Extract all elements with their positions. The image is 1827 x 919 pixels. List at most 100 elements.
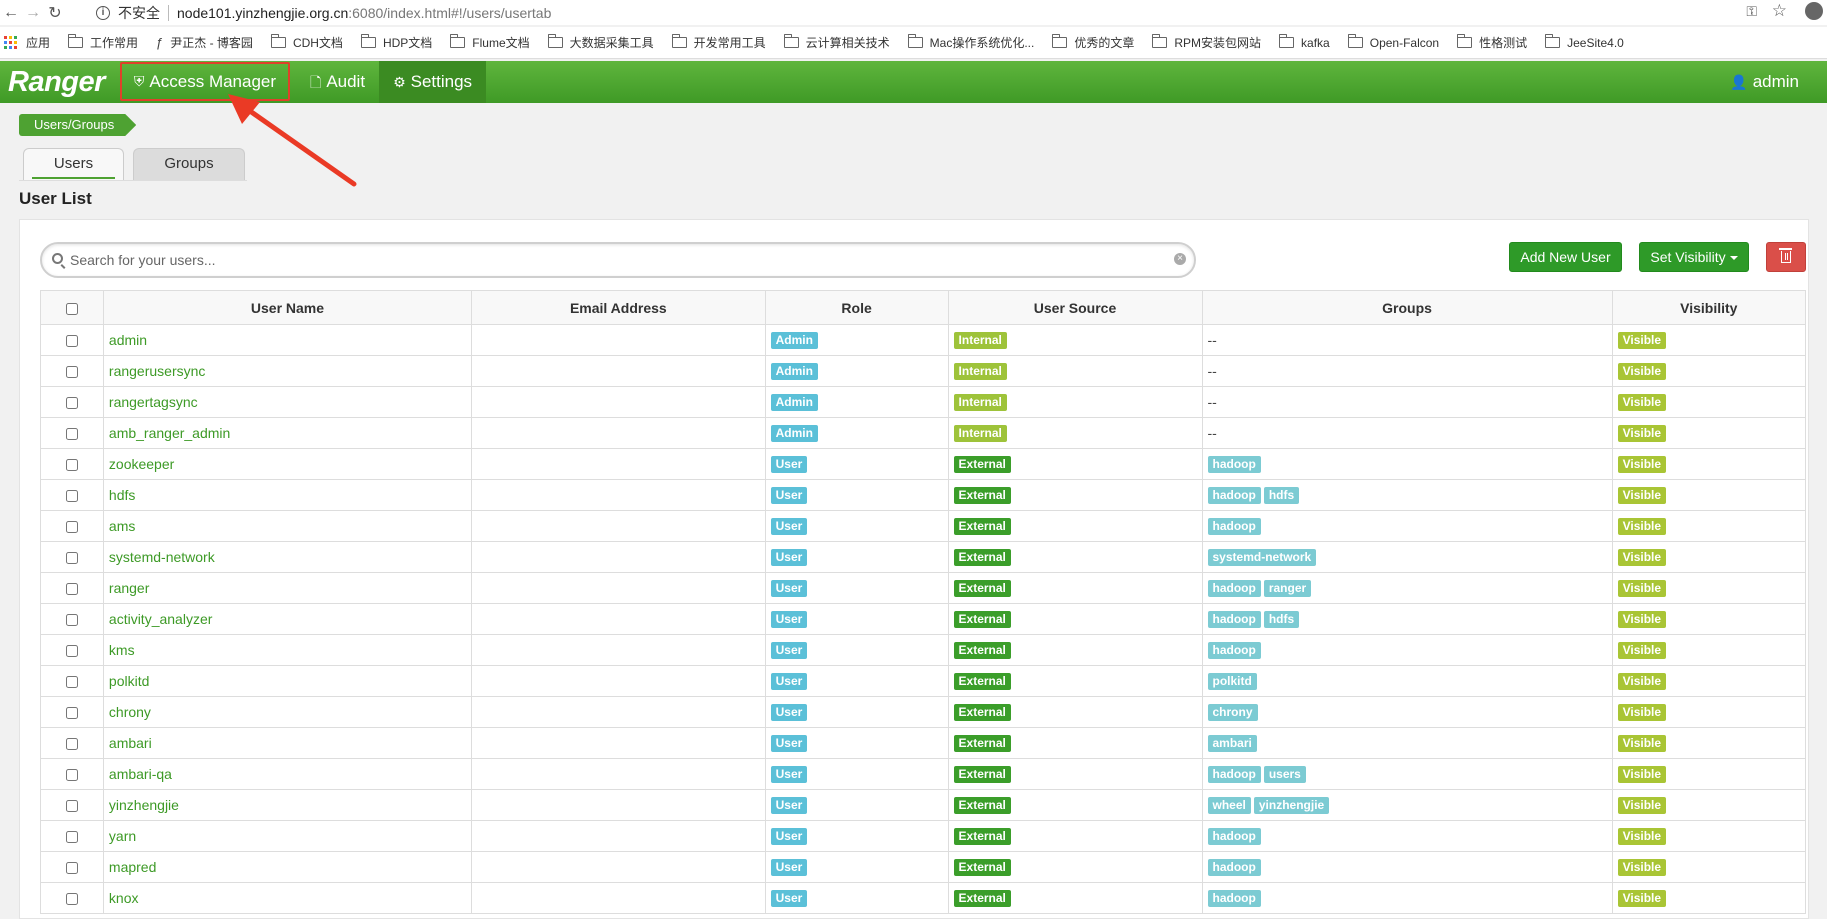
user-name-link[interactable]: chrony	[109, 704, 151, 720]
tab-groups[interactable]: Groups	[133, 148, 245, 180]
user-name-link[interactable]: knox	[109, 890, 139, 906]
user-name-link[interactable]: ambari-qa	[109, 766, 172, 782]
active-tab-indicator	[32, 177, 115, 179]
breadcrumb[interactable]: Users/Groups	[19, 114, 136, 136]
user-source-badge: External	[953, 766, 1011, 783]
nav-settings[interactable]: ⚙ Settings	[379, 61, 487, 103]
search-input[interactable]	[68, 249, 1148, 271]
user-name-link[interactable]: ambari	[109, 735, 152, 751]
table-row: ambari-qa User External hadoop users Visible	[40, 758, 1807, 790]
bookmark-item[interactable]: HDP文档	[360, 34, 432, 51]
tab-users[interactable]: Users	[23, 148, 124, 180]
visibility-cell: Visible	[1611, 355, 1807, 387]
row-checkbox[interactable]	[65, 583, 78, 596]
table-row: knox User External hadoop Visible	[40, 882, 1807, 914]
col-groups[interactable]: Groups	[1201, 290, 1613, 325]
set-visibility-button[interactable]: Set Visibility	[1639, 242, 1749, 272]
col-role[interactable]: Role	[764, 290, 949, 325]
visibility-cell: Visible	[1611, 479, 1807, 511]
user-name-link[interactable]: ams	[109, 518, 135, 534]
row-checkbox[interactable]	[65, 490, 78, 503]
groups-cell: hadoop hdfs	[1201, 479, 1613, 511]
row-checkbox[interactable]	[65, 831, 78, 844]
row-checkbox[interactable]	[65, 397, 78, 410]
bookmark-item[interactable]: Open-Falcon	[1347, 34, 1439, 50]
row-checkbox[interactable]	[65, 707, 78, 720]
row-checkbox[interactable]	[65, 769, 78, 782]
user-name-link[interactable]: zookeeper	[109, 456, 174, 472]
bookmark-item[interactable]: Flume文档	[450, 34, 530, 51]
reload-icon[interactable]: ↻	[44, 3, 66, 23]
row-checkbox[interactable]	[65, 521, 78, 534]
row-checkbox[interactable]	[65, 366, 78, 379]
user-name-link[interactable]: ranger	[109, 580, 149, 596]
user-name-link[interactable]: yarn	[109, 828, 136, 844]
url-host: node101.yinzhengjie.org.cn	[177, 4, 349, 21]
bookmark-item[interactable]: 性格测试	[1457, 34, 1527, 51]
col-user-name[interactable]: User Name	[102, 290, 473, 325]
user-name-link[interactable]: kms	[109, 642, 135, 658]
back-icon[interactable]: ←	[0, 4, 22, 22]
bookmark-item[interactable]: kafka	[1279, 34, 1330, 50]
bookmark-item[interactable]: 工作常用	[68, 34, 138, 51]
profile-icon[interactable]	[1805, 2, 1823, 20]
col-visibility[interactable]: Visibility	[1611, 290, 1807, 325]
delete-button[interactable]	[1766, 242, 1806, 272]
bookmark-item[interactable]: 云计算相关技术	[783, 34, 890, 51]
user-name-link[interactable]: rangerusersync	[109, 363, 206, 379]
ranger-logo[interactable]: Ranger	[0, 61, 113, 103]
bookmark-item[interactable]: ƒ 尹正杰 - 博客园	[156, 34, 253, 51]
user-name-cell: ams	[102, 510, 473, 542]
add-new-user-button[interactable]: Add New User	[1509, 242, 1622, 272]
col-email[interactable]: Email Address	[471, 290, 766, 325]
bookmark-label: 尹正杰 - 博客园	[170, 36, 253, 50]
row-checkbox[interactable]	[65, 459, 78, 472]
col-user-source[interactable]: User Source	[947, 290, 1203, 325]
url-field[interactable]: node101.yinzhengjie.org.cn:6080/index.ht…	[177, 5, 551, 21]
group-badge: hadoop	[1207, 890, 1261, 907]
user-name-link[interactable]: hdfs	[109, 487, 135, 503]
user-name-link[interactable]: yinzhengjie	[109, 797, 179, 813]
email-cell	[471, 665, 766, 697]
user-name-link[interactable]: amb_ranger_admin	[109, 425, 230, 441]
user-name-link[interactable]: polkitd	[109, 673, 149, 689]
bookmark-item[interactable]: RPM安装包网站	[1152, 34, 1261, 51]
forward-icon[interactable]: →	[22, 4, 44, 22]
user-menu[interactable]: 👤 admin	[1716, 61, 1813, 103]
bookmark-item[interactable]: 大数据采集工具	[547, 34, 654, 51]
group-badge: wheel	[1207, 797, 1251, 814]
row-checkbox[interactable]	[65, 800, 78, 813]
row-checkbox[interactable]	[65, 552, 78, 565]
bookmark-item[interactable]: 开发常用工具	[671, 34, 766, 51]
bookmark-item[interactable]: JeeSite4.0	[1545, 34, 1624, 50]
row-checkbox[interactable]	[65, 676, 78, 689]
row-checkbox[interactable]	[65, 335, 78, 348]
visibility-cell: Visible	[1611, 541, 1807, 573]
info-icon[interactable]: i	[96, 5, 110, 20]
row-checkbox[interactable]	[65, 893, 78, 906]
row-checkbox[interactable]	[65, 862, 78, 875]
search-box[interactable]: ×	[40, 242, 1196, 278]
row-checkbox[interactable]	[65, 614, 78, 627]
row-checkbox[interactable]	[65, 738, 78, 751]
user-name-link[interactable]: mapred	[109, 859, 156, 875]
bookmark-item[interactable]: Mac操作系统优化...	[907, 34, 1034, 51]
bookmark-star-icon[interactable]: ☆	[1772, 1, 1787, 21]
bookmark-item[interactable]: 优秀的文章	[1052, 34, 1134, 51]
clear-search-icon[interactable]: ×	[1174, 253, 1186, 265]
user-name-link[interactable]: admin	[109, 332, 147, 348]
row-checkbox[interactable]	[65, 428, 78, 441]
key-icon[interactable]: ⚿	[1746, 3, 1757, 20]
bookmark-item[interactable]: CDH文档	[270, 34, 343, 51]
visibility-cell: Visible	[1611, 603, 1807, 635]
user-source-cell: External	[947, 603, 1203, 635]
bookmark-item[interactable]: 应用	[4, 34, 50, 51]
user-name-link[interactable]: systemd-network	[109, 549, 215, 565]
visibility-badge: Visible	[1617, 828, 1667, 845]
folder-icon	[450, 34, 466, 48]
user-name-link[interactable]: activity_analyzer	[109, 611, 213, 627]
table-row: ambari User External ambari Visible	[40, 727, 1807, 759]
select-all-checkbox[interactable]	[65, 302, 78, 315]
row-checkbox[interactable]	[65, 645, 78, 658]
user-name-link[interactable]: rangertagsync	[109, 394, 198, 410]
